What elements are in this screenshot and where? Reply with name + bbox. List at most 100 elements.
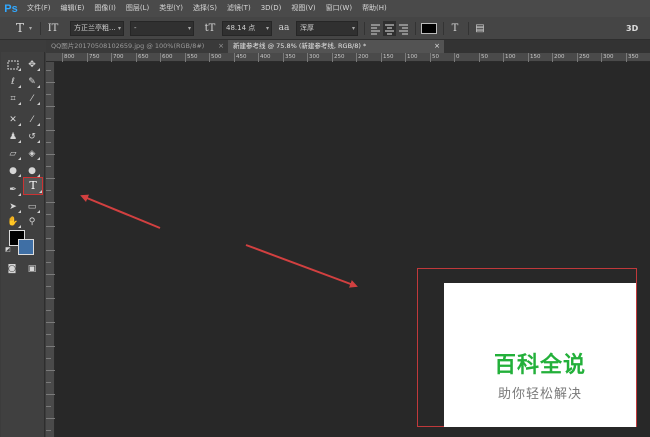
chevron-down-icon: ▾ (351, 25, 355, 32)
chevron-down-icon: ▾ (117, 25, 121, 32)
ruler-tick (46, 346, 55, 347)
eraser-tool-icon[interactable]: ▱ (5, 147, 21, 161)
ruler-label: 200 (554, 54, 565, 60)
3d-icon[interactable]: 3D (626, 21, 642, 36)
watermark-subtitle: 助你轻松解决 (497, 387, 582, 402)
move-tool-icon[interactable]: ✥ (24, 58, 40, 72)
ruler-label: 300 (309, 54, 320, 60)
close-icon[interactable]: × (434, 40, 440, 53)
close-icon[interactable]: × (218, 40, 224, 53)
align-right-icon[interactable] (397, 21, 410, 36)
tab-label: QQ图片20170508102659.jpg @ 100%(RGB/8#) (51, 42, 205, 50)
photoshop-logo[interactable]: Ps (0, 0, 22, 17)
warp-text-icon[interactable]: T (448, 21, 462, 36)
font-size-select[interactable]: 48.14 点 ▾ (222, 21, 272, 36)
menu-layer[interactable]: 图层(L) (121, 0, 154, 17)
ruler-label: 800 (64, 54, 75, 60)
history-brush-tool-icon[interactable]: ↺ (24, 130, 40, 144)
ruler-tick (46, 250, 55, 251)
ruler-tick (46, 190, 51, 191)
arrow-to-canvas-text (245, 244, 358, 288)
divider (415, 22, 416, 35)
ruler-tick (160, 53, 161, 62)
ruler-tick (405, 53, 406, 62)
ruler-label: 650 (138, 54, 149, 60)
screen-mode-icon[interactable]: ▣ (24, 262, 40, 276)
options-bar: T ▾ IT 方正兰亭粗... ▾ - ▾ tT 48.14 点 ▾ aa 浑厚… (0, 17, 650, 40)
type-tool-icon[interactable]: T (23, 177, 43, 195)
ruler-tick (46, 406, 51, 407)
menu-type[interactable]: 类型(Y) (154, 0, 188, 17)
ruler-tick (46, 430, 51, 431)
type-tool-preset-icon[interactable]: T (12, 21, 28, 36)
arrow-to-type-tool (80, 194, 161, 229)
ruler-label: 500 (211, 54, 222, 60)
menu-window[interactable]: 窗口(W) (321, 0, 357, 17)
menu-file[interactable]: 文件(F) (22, 0, 56, 17)
path-select-tool-icon[interactable]: ➤ (5, 200, 21, 214)
align-left-icon[interactable] (369, 21, 382, 36)
ruler-label: 550 (187, 54, 198, 60)
rectangle-tool-icon[interactable]: ▭ (24, 200, 40, 214)
ruler-tick (46, 358, 51, 359)
divider (468, 22, 469, 35)
ruler-tick (136, 53, 137, 62)
menu-help[interactable]: 帮助(H) (357, 0, 392, 17)
menu-view[interactable]: 视图(V) (286, 0, 320, 17)
ruler-label: 50 (481, 54, 488, 60)
menu-filter[interactable]: 滤镜(T) (222, 0, 256, 17)
tab-qq-image[interactable]: QQ图片20170508102659.jpg @ 100%(RGB/8#) × (46, 40, 228, 53)
ruler-tick (46, 118, 51, 119)
ruler-label: 250 (334, 54, 345, 60)
align-center-icon[interactable] (383, 21, 396, 36)
ruler-tick (356, 53, 357, 62)
chevron-down-icon: ▾ (187, 25, 191, 32)
ruler-label: 450 (236, 54, 247, 60)
ruler-tick (528, 53, 529, 62)
default-colors-icon[interactable]: ◩ (4, 246, 12, 254)
clone-stamp-tool-icon[interactable]: ♟ (5, 130, 21, 144)
ruler-label: 600 (162, 54, 173, 60)
blur-tool-icon[interactable]: ● (5, 164, 21, 178)
brush-tool-icon[interactable]: ⁄ (24, 113, 40, 127)
ruler-tick (46, 70, 51, 71)
divider (443, 22, 444, 35)
text-orientation-icon[interactable]: IT (44, 21, 62, 36)
watermark-title: 百科全说 (493, 353, 586, 378)
paint-bucket-tool-icon[interactable]: ◈ (24, 147, 40, 161)
healing-brush-tool-icon[interactable]: ✕ (5, 113, 21, 127)
lasso-tool-icon[interactable]: ℓ (5, 75, 21, 89)
background-color-swatch[interactable] (18, 239, 34, 255)
ruler-tick (258, 53, 259, 62)
menu-image[interactable]: 图像(I) (89, 0, 121, 17)
font-style-select[interactable]: - ▾ (130, 21, 194, 36)
ruler-tick (46, 382, 51, 383)
ruler-tick (46, 106, 55, 107)
menu-select[interactable]: 选择(S) (188, 0, 222, 17)
ruler-tick (46, 418, 55, 419)
dodge-tool-icon[interactable]: ● (24, 164, 40, 178)
ruler-tick (46, 322, 55, 323)
character-panel-icon[interactable]: ▤ (473, 21, 487, 36)
tab-new-guides[interactable]: 新建参考线 @ 75.8% (新建参考线, RGB/8) * × (228, 40, 444, 53)
text-color-swatch[interactable] (421, 23, 437, 34)
menu-3d[interactable]: 3D(D) (256, 0, 287, 17)
quick-mask-icon[interactable]: ◙ (4, 262, 20, 276)
crop-tool-icon[interactable]: ⌗ (5, 92, 21, 106)
ruler-tick (454, 53, 455, 62)
ruler-tick (46, 334, 51, 335)
pen-tool-icon[interactable]: ✒ (5, 183, 21, 197)
font-family-select[interactable]: 方正兰亭粗... ▾ (70, 21, 124, 36)
hand-tool-icon[interactable]: ✋ (5, 215, 21, 229)
ruler-tick (601, 53, 602, 62)
ruler-label: 750 (89, 54, 100, 60)
quick-select-tool-icon[interactable]: ✎ (24, 75, 40, 89)
anti-alias-select[interactable]: 浑厚 ▾ (296, 21, 358, 36)
chevron-down-icon[interactable]: ▾ (29, 21, 35, 36)
menu-edit[interactable]: 编辑(E) (56, 0, 90, 17)
ruler-tick (46, 310, 51, 311)
marquee-tool-icon[interactable] (5, 58, 21, 72)
toolbox: ✥ ℓ ✎ ⌗ ⁄ ✕ ⁄ ♟ ↺ ▱ ◈ ● ● ✒ T ➤ ▭ ✋ ⚲ ◩ … (1, 52, 45, 437)
eyedropper-tool-icon[interactable]: ⁄ (24, 92, 40, 106)
zoom-tool-icon[interactable]: ⚲ (24, 215, 40, 229)
